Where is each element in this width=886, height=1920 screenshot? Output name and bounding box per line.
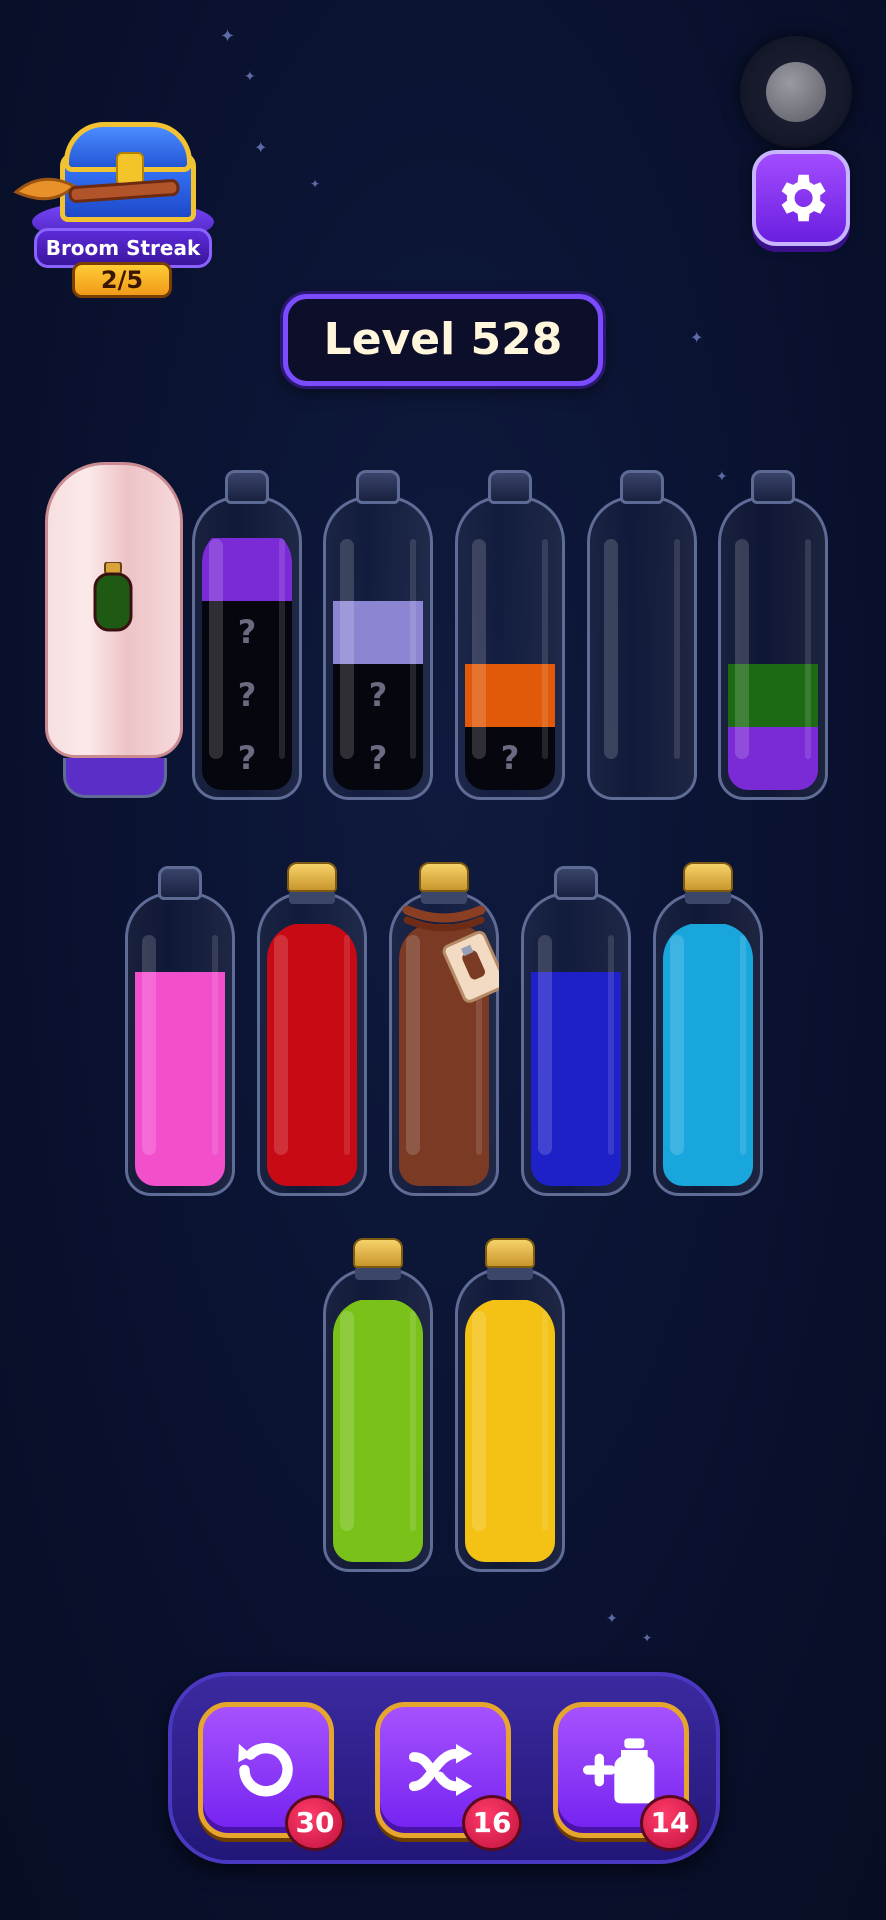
bottle-4[interactable]: ? [455, 470, 565, 800]
glass-shine [674, 539, 680, 759]
glass-shine [344, 935, 350, 1155]
bottle-base [63, 758, 167, 798]
glass-shine [340, 539, 354, 759]
glass-shine [542, 1311, 548, 1531]
bottle-neck [225, 470, 269, 504]
bottle-6[interactable] [718, 470, 828, 800]
glass-shine [472, 539, 486, 759]
bottle-13[interactable] [455, 1238, 565, 1572]
bottle-glass: ??? [192, 496, 302, 800]
glass-shine [608, 935, 614, 1155]
cork-band [487, 1266, 533, 1280]
bottle-hidden[interactable] [45, 462, 185, 798]
bottle-11[interactable] [653, 862, 763, 1196]
bottle-5[interactable] [587, 470, 697, 800]
shuffle-icon [408, 1744, 473, 1796]
bottle-glass [323, 1268, 433, 1572]
gear-icon [781, 174, 826, 222]
glass-shine [740, 935, 746, 1155]
level-title: Level 528 [283, 294, 603, 386]
bottle-glass [125, 892, 235, 1196]
bottle-glass [257, 892, 367, 1196]
star-decoration: ✦ [254, 138, 268, 157]
glass-shine [472, 1311, 486, 1531]
undo-icon [238, 1742, 293, 1797]
glass-shine [542, 539, 548, 759]
broom-icon [13, 177, 180, 203]
star-decoration: ✦ [690, 328, 704, 347]
shuffle-button[interactable]: 16 [375, 1702, 522, 1851]
record-button-icon [766, 62, 826, 122]
bottle-glass [718, 496, 828, 800]
glass-shine [209, 539, 223, 759]
bottle-9[interactable] [389, 862, 499, 1196]
bottle-7[interactable] [125, 866, 235, 1196]
bottle-10[interactable] [521, 866, 631, 1196]
glass-shine [805, 539, 811, 759]
cork-band [685, 890, 731, 904]
bottle-neck [554, 866, 598, 900]
mini-bottle-icon [93, 562, 133, 632]
shuffle-count-badge: 16 [462, 1795, 522, 1851]
bottle-glass: ?? [323, 496, 433, 800]
glass-shine [340, 1311, 354, 1531]
undo-count-badge: 30 [285, 1795, 345, 1851]
glass-shine [538, 935, 552, 1155]
glass-shine [274, 935, 288, 1155]
bottle-2[interactable]: ??? [192, 470, 302, 800]
add-bottle-button[interactable]: 14 [553, 1702, 700, 1851]
undo-button[interactable]: 30 [198, 1702, 345, 1851]
cork-band [289, 890, 335, 904]
glass-shine [279, 539, 285, 759]
bottle-neck [620, 470, 664, 504]
glass-shine [410, 539, 416, 759]
bottle-neck [488, 470, 532, 504]
star-decoration: ✦ [220, 26, 236, 47]
glass-shine [670, 935, 684, 1155]
glass-shine [735, 539, 749, 759]
glass-shine [142, 935, 156, 1155]
cork-icon [353, 1238, 403, 1268]
glass-shine [410, 1311, 416, 1531]
cork-icon [683, 862, 733, 892]
star-decoration: ✦ [244, 69, 256, 85]
record-button[interactable] [740, 36, 852, 148]
bottle-glass [521, 892, 631, 1196]
star-decoration: ✦ [606, 1611, 618, 1627]
cork-band [355, 1266, 401, 1280]
star-decoration: ✦ [642, 1631, 653, 1645]
add-bottle-count-badge: 14 [640, 1795, 700, 1851]
bottle-3[interactable]: ?? [323, 470, 433, 800]
bottle-glass [455, 1268, 565, 1572]
rope-tag-icon [402, 905, 499, 1003]
bottle-neck [751, 470, 795, 504]
glass-shine [212, 935, 218, 1155]
cork-icon [485, 1238, 535, 1268]
bottle-neck [158, 866, 202, 900]
bottle-glass: ? [455, 496, 565, 800]
glass-shine [604, 539, 618, 759]
settings-button[interactable] [752, 150, 850, 246]
cork-icon [419, 862, 469, 892]
bottle-12[interactable] [323, 1238, 433, 1572]
streak-count: 2/5 [72, 262, 172, 298]
add-bottle-icon [583, 1738, 655, 1804]
bottle-glass [587, 496, 697, 800]
bottle-8[interactable] [257, 862, 367, 1196]
bottle-glass [653, 892, 763, 1196]
bottle-neck [356, 470, 400, 504]
star-decoration: ✦ [310, 177, 321, 191]
cork-icon [287, 862, 337, 892]
broom-streak-badge[interactable]: Broom Streak 2/5 [12, 112, 214, 302]
